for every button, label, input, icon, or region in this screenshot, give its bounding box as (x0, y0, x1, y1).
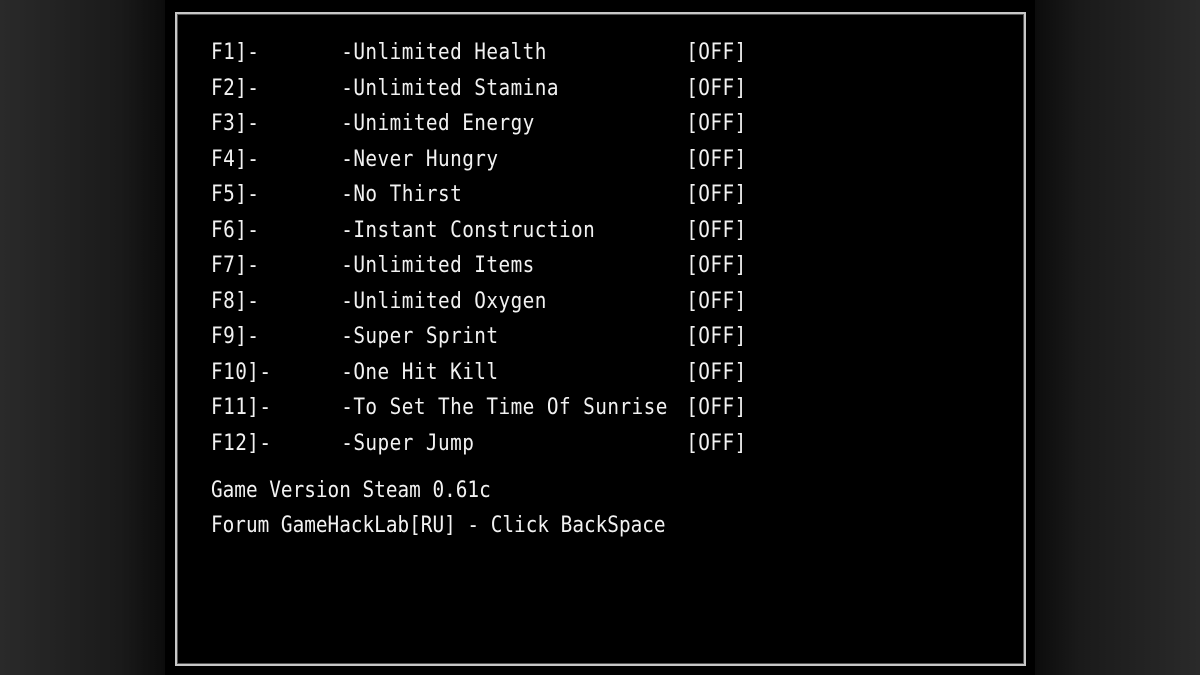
status-badge: [OFF] (686, 253, 747, 278)
option-row[interactable]: F6]- -Instant Construction [OFF] (211, 216, 915, 246)
hotkey-label: F11]- (211, 395, 272, 420)
option-row[interactable]: F10]- -One Hit Kill [OFF] (211, 358, 915, 388)
hotkey-label: F3]- (211, 111, 260, 136)
status-badge: [OFF] (686, 324, 747, 349)
status-badge: [OFF] (686, 182, 747, 207)
status-badge: [OFF] (686, 40, 747, 65)
status-badge: [OFF] (686, 111, 747, 136)
status-badge: [OFF] (686, 75, 747, 101)
status-badge: [OFF] (686, 395, 747, 420)
option-label: -Super Jump (341, 430, 475, 456)
option-label: -Super Sprint (341, 324, 499, 349)
screen: F1]- -Unlimited Health [OFF] F2]- -Unlim… (0, 0, 1200, 675)
status-badge: [OFF] (686, 430, 747, 456)
option-label: -Never Hungry (341, 146, 499, 172)
hotkey-label: F6]- (211, 217, 260, 243)
hotkey-label: F7]- (211, 253, 260, 278)
status-badge: [OFF] (686, 288, 747, 314)
hotkey-label: F2]- (211, 75, 260, 101)
hotkey-label: F4]- (211, 146, 260, 172)
option-label: -To Set The Time Of Sunrise (341, 395, 668, 420)
hotkey-label: F9]- (211, 324, 260, 349)
game-version-text: Game Version Steam 0.61c (211, 478, 491, 503)
hotkey-label: F8]- (211, 288, 260, 314)
option-row[interactable]: F1]- -Unlimited Health [OFF] (211, 38, 915, 68)
option-row[interactable]: F8]- -Unlimited Oxygen [OFF] (211, 287, 915, 317)
option-row[interactable]: F4]- -Never Hungry [OFF] (211, 145, 915, 175)
option-label: -Unlimited Stamina (341, 75, 559, 101)
option-row[interactable]: F2]- -Unlimited Stamina [OFF] (211, 74, 915, 104)
option-label: -One Hit Kill (341, 359, 499, 385)
option-label: -Unlimited Oxygen (341, 288, 547, 314)
option-label: -Instant Construction (341, 217, 596, 243)
option-row[interactable]: F7]- -Unlimited Items [OFF] (211, 251, 915, 281)
hotkey-label: F1]- (211, 40, 260, 65)
option-label: -No Thirst (341, 182, 463, 207)
status-badge: [OFF] (686, 359, 747, 385)
option-row[interactable]: F9]- -Super Sprint [OFF] (211, 322, 915, 352)
forum-link-text[interactable]: Forum GameHackLab[RU] - Click BackSpace (211, 511, 666, 541)
option-row[interactable]: F3]- -Unimited Energy [OFF] (211, 109, 915, 139)
option-label: -Unlimited Health (341, 40, 547, 65)
option-row[interactable]: F5]- -No Thirst [OFF] (211, 180, 915, 210)
status-badge: [OFF] (686, 217, 747, 243)
hotkey-label: F12]- (211, 430, 272, 456)
hotkey-label: F5]- (211, 182, 260, 207)
option-row[interactable]: F12]- -Super Jump [OFF] (211, 429, 915, 459)
hotkey-label: F10]- (211, 359, 272, 385)
status-badge: [OFF] (686, 146, 747, 172)
option-row[interactable]: F11]- -To Set The Time Of Sunrise [OFF] (211, 393, 915, 423)
option-label: -Unimited Energy (341, 111, 535, 136)
trainer-console: F1]- -Unlimited Health [OFF] F2]- -Unlim… (175, 12, 1026, 666)
option-label: -Unlimited Items (341, 253, 535, 278)
